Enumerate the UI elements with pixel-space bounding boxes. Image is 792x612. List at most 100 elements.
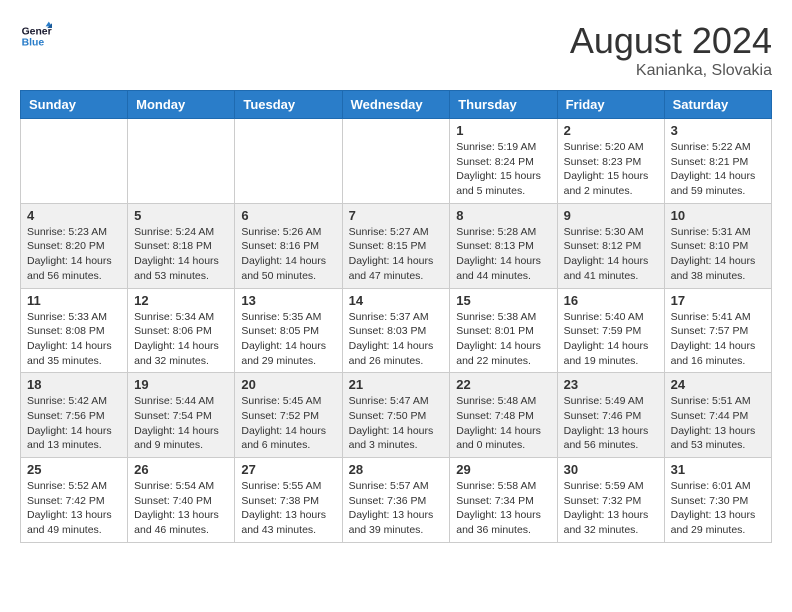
calendar-cell: 21 Sunrise: 5:47 AM Sunset: 7:50 PM Dayli… (342, 373, 450, 458)
day-info: Sunrise: 5:24 AM Sunset: 8:18 PM Dayligh… (134, 225, 228, 284)
calendar-cell (21, 119, 128, 204)
day-info: Sunrise: 5:45 AM Sunset: 7:52 PM Dayligh… (241, 394, 335, 453)
calendar-header-row: SundayMondayTuesdayWednesdayThursdayFrid… (21, 91, 772, 119)
calendar-week-3: 11Sunrise: 5:33 AM Sunset: 8:08 PM Dayli… (21, 288, 772, 373)
day-info: Sunrise: 5:54 AM Sunset: 7:40 PM Dayligh… (134, 479, 228, 538)
logo: General Blue (20, 20, 52, 52)
day-number: 10 (671, 208, 765, 223)
day-info: Sunrise: 5:58 AM Sunset: 7:34 PM Dayligh… (456, 479, 550, 538)
day-info: Sunrise: 5:35 AM Sunset: 8:05 PM Dayligh… (241, 310, 335, 369)
day-number: 29 (456, 462, 550, 477)
calendar-cell: 28Sunrise: 5:57 AM Sunset: 7:36 PM Dayli… (342, 458, 450, 543)
col-header-sunday: Sunday (21, 91, 128, 119)
day-number: 24 (671, 377, 765, 392)
day-number: 8 (456, 208, 550, 223)
calendar-cell: 11Sunrise: 5:33 AM Sunset: 8:08 PM Dayli… (21, 288, 128, 373)
month-year: August 2024 (570, 20, 772, 62)
calendar-cell: 22 Sunrise: 5:48 AM Sunset: 7:48 PM Dayli… (450, 373, 557, 458)
calendar-cell: 17Sunrise: 5:41 AM Sunset: 7:57 PM Dayli… (664, 288, 771, 373)
calendar-cell: 3Sunrise: 5:22 AM Sunset: 8:21 PM Daylig… (664, 119, 771, 204)
calendar-cell: 12 Sunrise: 5:34 AM Sunset: 8:06 PM Dayli… (128, 288, 235, 373)
calendar-cell: 26 Sunrise: 5:54 AM Sunset: 7:40 PM Dayli… (128, 458, 235, 543)
day-info: Sunrise: 5:38 AM Sunset: 8:01 PM Dayligh… (456, 310, 550, 369)
col-header-monday: Monday (128, 91, 235, 119)
svg-text:General: General (22, 26, 52, 37)
calendar-cell: 31Sunrise: 6:01 AM Sunset: 7:30 PM Dayli… (664, 458, 771, 543)
calendar-week-1: 1 Sunrise: 5:19 AM Sunset: 8:24 PM Daylig… (21, 119, 772, 204)
day-info: Sunrise: 5:27 AM Sunset: 8:15 PM Dayligh… (349, 225, 444, 284)
calendar-cell: 1 Sunrise: 5:19 AM Sunset: 8:24 PM Daylig… (450, 119, 557, 204)
calendar-cell: 19 Sunrise: 5:44 AM Sunset: 7:54 PM Dayli… (128, 373, 235, 458)
calendar-cell (128, 119, 235, 204)
calendar-cell: 9Sunrise: 5:30 AM Sunset: 8:12 PM Daylig… (557, 203, 664, 288)
day-info: Sunrise: 5:55 AM Sunset: 7:38 PM Dayligh… (241, 479, 335, 538)
calendar-cell: 30 Sunrise: 5:59 AM Sunset: 7:32 PM Dayli… (557, 458, 664, 543)
logo-icon: General Blue (20, 20, 52, 52)
day-info: Sunrise: 5:30 AM Sunset: 8:12 PM Dayligh… (564, 225, 658, 284)
day-number: 30 (564, 462, 658, 477)
day-number: 1 (456, 123, 550, 138)
calendar-cell (235, 119, 342, 204)
day-info: Sunrise: 5:33 AM Sunset: 8:08 PM Dayligh… (27, 310, 121, 369)
day-info: Sunrise: 5:20 AM Sunset: 8:23 PM Dayligh… (564, 140, 658, 199)
svg-text:Blue: Blue (22, 38, 45, 49)
day-number: 2 (564, 123, 658, 138)
day-info: Sunrise: 5:47 AM Sunset: 7:50 PM Dayligh… (349, 394, 444, 453)
day-number: 13 (241, 293, 335, 308)
calendar-cell: 16 Sunrise: 5:40 AM Sunset: 7:59 PM Dayli… (557, 288, 664, 373)
day-info: Sunrise: 5:48 AM Sunset: 7:48 PM Dayligh… (456, 394, 550, 453)
day-info: Sunrise: 5:40 AM Sunset: 7:59 PM Dayligh… (564, 310, 658, 369)
day-number: 5 (134, 208, 228, 223)
day-number: 21 (349, 377, 444, 392)
day-number: 19 (134, 377, 228, 392)
day-number: 28 (349, 462, 444, 477)
calendar-week-2: 4 Sunrise: 5:23 AM Sunset: 8:20 PM Daylig… (21, 203, 772, 288)
calendar-cell: 13 Sunrise: 5:35 AM Sunset: 8:05 PM Dayli… (235, 288, 342, 373)
day-number: 23 (564, 377, 658, 392)
calendar-cell: 7 Sunrise: 5:27 AM Sunset: 8:15 PM Daylig… (342, 203, 450, 288)
col-header-saturday: Saturday (664, 91, 771, 119)
day-number: 27 (241, 462, 335, 477)
day-number: 7 (349, 208, 444, 223)
day-info: Sunrise: 5:42 AM Sunset: 7:56 PM Dayligh… (27, 394, 121, 453)
day-number: 26 (134, 462, 228, 477)
day-number: 20 (241, 377, 335, 392)
calendar-cell: 15Sunrise: 5:38 AM Sunset: 8:01 PM Dayli… (450, 288, 557, 373)
day-number: 6 (241, 208, 335, 223)
calendar-cell: 25 Sunrise: 5:52 AM Sunset: 7:42 PM Dayli… (21, 458, 128, 543)
day-info: Sunrise: 5:37 AM Sunset: 8:03 PM Dayligh… (349, 310, 444, 369)
col-header-tuesday: Tuesday (235, 91, 342, 119)
day-number: 31 (671, 462, 765, 477)
col-header-wednesday: Wednesday (342, 91, 450, 119)
day-info: Sunrise: 5:44 AM Sunset: 7:54 PM Dayligh… (134, 394, 228, 453)
day-number: 14 (349, 293, 444, 308)
day-number: 4 (27, 208, 121, 223)
calendar-week-4: 18Sunrise: 5:42 AM Sunset: 7:56 PM Dayli… (21, 373, 772, 458)
day-number: 22 (456, 377, 550, 392)
calendar-cell: 10Sunrise: 5:31 AM Sunset: 8:10 PM Dayli… (664, 203, 771, 288)
col-header-friday: Friday (557, 91, 664, 119)
day-info: Sunrise: 5:34 AM Sunset: 8:06 PM Dayligh… (134, 310, 228, 369)
day-number: 16 (564, 293, 658, 308)
page-header: General Blue August 2024 Kanianka, Slova… (20, 20, 772, 80)
day-number: 25 (27, 462, 121, 477)
calendar-cell: 6Sunrise: 5:26 AM Sunset: 8:16 PM Daylig… (235, 203, 342, 288)
calendar-cell: 14 Sunrise: 5:37 AM Sunset: 8:03 PM Dayli… (342, 288, 450, 373)
calendar-cell (342, 119, 450, 204)
calendar-cell: 5 Sunrise: 5:24 AM Sunset: 8:18 PM Daylig… (128, 203, 235, 288)
title-block: August 2024 Kanianka, Slovakia (570, 20, 772, 80)
col-header-thursday: Thursday (450, 91, 557, 119)
day-info: Sunrise: 5:52 AM Sunset: 7:42 PM Dayligh… (27, 479, 121, 538)
day-info: Sunrise: 5:41 AM Sunset: 7:57 PM Dayligh… (671, 310, 765, 369)
calendar-cell: 24Sunrise: 5:51 AM Sunset: 7:44 PM Dayli… (664, 373, 771, 458)
day-info: Sunrise: 5:59 AM Sunset: 7:32 PM Dayligh… (564, 479, 658, 538)
calendar-cell: 23Sunrise: 5:49 AM Sunset: 7:46 PM Dayli… (557, 373, 664, 458)
day-number: 12 (134, 293, 228, 308)
day-info: Sunrise: 5:28 AM Sunset: 8:13 PM Dayligh… (456, 225, 550, 284)
calendar-cell: 2 Sunrise: 5:20 AM Sunset: 8:23 PM Daylig… (557, 119, 664, 204)
day-info: Sunrise: 5:22 AM Sunset: 8:21 PM Dayligh… (671, 140, 765, 199)
day-info: Sunrise: 5:23 AM Sunset: 8:20 PM Dayligh… (27, 225, 121, 284)
day-info: Sunrise: 5:19 AM Sunset: 8:24 PM Dayligh… (456, 140, 550, 199)
calendar-table: SundayMondayTuesdayWednesdayThursdayFrid… (20, 90, 772, 543)
calendar-cell: 4 Sunrise: 5:23 AM Sunset: 8:20 PM Daylig… (21, 203, 128, 288)
